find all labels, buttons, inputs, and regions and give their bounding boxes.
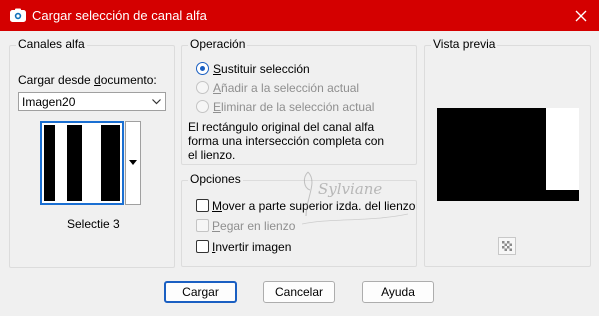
operation-title: Operación xyxy=(188,37,248,51)
title-bar[interactable]: Cargar selección de canal alfa xyxy=(0,0,599,31)
watermark: Sylviane xyxy=(300,168,410,228)
channel-name: Selectie 3 xyxy=(67,217,120,231)
load-from-document-label: Cargar desde documento: xyxy=(18,73,157,87)
operation-description-line-1: El rectángulo original del canal alfa xyxy=(188,120,375,134)
options-title: Opciones xyxy=(188,172,243,186)
checkerboard-icon[interactable] xyxy=(498,237,516,255)
window-title: Cargar selección de canal alfa xyxy=(32,8,207,23)
help-button[interactable]: Ayuda xyxy=(362,281,434,303)
preview-image-highlight xyxy=(546,108,579,190)
checkbox-paste-on-canvas[interactable] xyxy=(196,219,209,232)
channel-list-dropdown-button[interactable] xyxy=(125,121,141,205)
operation-description-line-3: el lienzo. xyxy=(188,148,236,162)
channel-thumbnail[interactable] xyxy=(40,121,124,205)
checkbox-move-to-top-left[interactable] xyxy=(196,199,209,212)
radio-add-to-selection-label[interactable]: Añadir a la selección actual xyxy=(213,81,359,95)
triangle-down-icon xyxy=(129,160,137,165)
alpha-channels-title: Canales alfa xyxy=(16,37,87,51)
chevron-down-icon xyxy=(152,99,161,105)
watermark-flourish-icon xyxy=(301,171,409,225)
channel-thumbnail-image xyxy=(44,125,120,201)
load-button[interactable]: Cargar xyxy=(164,281,237,303)
radio-replace-selection[interactable] xyxy=(196,62,209,75)
watermark-text: Sylviane xyxy=(318,180,383,198)
radio-replace-selection-label[interactable]: Sustituir selección xyxy=(213,62,310,76)
camera-icon xyxy=(10,8,26,22)
document-select[interactable]: Imagen20 xyxy=(18,92,166,111)
operation-description-line-2: forma una intersección completa con xyxy=(188,134,385,148)
checkbox-invert-image-label[interactable]: Invertir imagen xyxy=(212,240,291,254)
preview-title: Vista previa xyxy=(431,37,498,51)
radio-remove-from-selection-label[interactable]: Eliminar de la selección actual xyxy=(213,100,374,114)
dialog-window: Cargar selección de canal alfa Canales a… xyxy=(0,0,599,316)
document-select-value: Imagen20 xyxy=(22,95,76,109)
checkbox-paste-on-canvas-label[interactable]: Pegar en lienzo xyxy=(212,219,295,233)
checkbox-invert-image[interactable] xyxy=(196,240,209,253)
radio-add-to-selection[interactable] xyxy=(196,81,209,94)
close-icon[interactable] xyxy=(571,6,591,26)
cancel-button[interactable]: Cancelar xyxy=(263,281,335,303)
radio-remove-from-selection[interactable] xyxy=(196,100,209,113)
